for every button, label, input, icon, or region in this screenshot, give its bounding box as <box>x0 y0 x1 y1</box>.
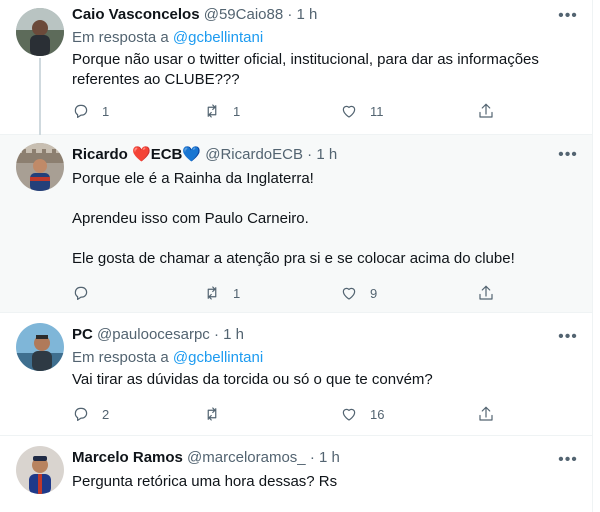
reply-icon <box>74 286 88 300</box>
tweet-header: Caio Vasconcelos @59Caio88 · 1 h <box>72 5 576 25</box>
share-button[interactable] <box>477 404 495 424</box>
reply-count: 1 <box>102 103 110 119</box>
timestamp[interactable]: 1 h <box>297 6 318 23</box>
tweet-header: Marcelo Ramos @marceloramos_ · 1 h <box>72 448 576 468</box>
like-button[interactable]: 11 <box>340 101 384 121</box>
retweet-count: 1 <box>233 103 241 119</box>
share-icon <box>479 406 493 421</box>
tweet-text: Porque não usar o twitter oficial, insti… <box>72 50 576 90</box>
reply-prefix: Em resposta a <box>72 29 169 46</box>
like-button[interactable]: 9 <box>340 283 377 303</box>
tweet-text: Porque ele é a Rainha da Inglaterra! Apr… <box>72 169 576 269</box>
retweet-count: 1 <box>233 285 241 301</box>
like-count: 11 <box>370 103 384 119</box>
reply-to-link[interactable]: @gcbellintani <box>173 29 263 46</box>
reply-count: 2 <box>102 406 110 422</box>
avatar[interactable] <box>16 143 64 191</box>
heart-icon <box>342 408 356 421</box>
like-button[interactable]: 16 <box>340 404 384 424</box>
display-name-part: ECB <box>150 146 183 163</box>
separator-dot: · <box>309 449 315 466</box>
blue-heart-icon: 💙 <box>182 146 202 163</box>
retweet-button[interactable]: 1 <box>203 101 240 121</box>
tweet-paragraph: Ele gosta de chamar a atenção pra si e s… <box>72 250 515 267</box>
timestamp[interactable]: 1 h <box>223 326 244 343</box>
timeline-border <box>592 0 593 512</box>
separator-dot: · <box>287 6 293 23</box>
tweet-paragraph: Pergunta retórica uma hora dessas? Rs <box>72 473 338 490</box>
retweet-icon <box>207 407 217 421</box>
heart-icon <box>342 105 356 118</box>
reply-button[interactable] <box>72 283 102 303</box>
tweet-ricardo[interactable]: ••• Ricardo ❤️ECB💙 @RicardoECB · 1 h Por… <box>0 135 592 313</box>
display-name[interactable]: Marcelo Ramos <box>72 449 183 466</box>
tweet-actions: 2 16 <box>72 404 512 424</box>
share-icon <box>479 103 493 118</box>
timestamp[interactable]: 1 h <box>319 449 340 466</box>
timestamp[interactable]: 1 h <box>316 146 337 163</box>
tweet-text: Pergunta retórica uma hora dessas? Rs <box>72 472 576 492</box>
reply-context: Em resposta a @gcbellintani <box>72 28 576 48</box>
user-handle[interactable]: @59Caio88 <box>204 6 283 23</box>
reply-icon <box>74 407 88 421</box>
tweet-text: Vai tirar as dúvidas da torcida ou só o … <box>72 370 576 390</box>
avatar[interactable] <box>16 8 64 56</box>
thread-line <box>39 58 41 136</box>
tweet-paragraph: Porque não usar o twitter oficial, insti… <box>72 51 539 88</box>
avatar[interactable] <box>16 323 64 371</box>
retweet-button[interactable]: 1 <box>203 283 240 303</box>
reply-button[interactable]: 2 <box>72 404 109 424</box>
display-name[interactable]: PC <box>72 326 93 343</box>
reply-button[interactable]: 1 <box>72 101 109 121</box>
tweet-paragraph: Vai tirar as dúvidas da torcida ou só o … <box>72 371 433 388</box>
share-button[interactable] <box>477 283 495 303</box>
like-count: 9 <box>370 285 378 301</box>
tweet-header: PC @pauloocesarpc · 1 h <box>72 325 576 345</box>
reply-to-link[interactable]: @gcbellintani <box>173 349 263 366</box>
share-button[interactable] <box>477 101 495 121</box>
share-icon <box>479 285 493 300</box>
tweet-paragraph: Porque ele é a Rainha da Inglaterra! <box>72 170 314 187</box>
separator-dot: · <box>307 146 313 163</box>
avatar[interactable] <box>16 446 64 494</box>
retweet-icon <box>207 104 217 118</box>
retweet-button[interactable] <box>203 404 233 424</box>
heart-icon <box>342 287 356 300</box>
display-name[interactable]: Caio Vasconcelos <box>72 6 200 23</box>
user-handle[interactable]: @RicardoECB <box>205 146 303 163</box>
tweet-marcelo[interactable]: ••• Marcelo Ramos @marceloramos_ · 1 h P… <box>0 436 592 512</box>
user-handle[interactable]: @marceloramos_ <box>187 449 306 466</box>
red-heart-icon: ❤️ <box>132 146 151 163</box>
tweet-header: Ricardo ❤️ECB💙 @RicardoECB · 1 h <box>72 145 576 165</box>
display-name[interactable]: Ricardo ❤️ECB💙 <box>72 146 201 163</box>
tweet-actions: 1 9 <box>72 283 512 303</box>
user-handle[interactable]: @pauloocesarpc <box>97 326 210 343</box>
tweet-actions: 1 1 11 <box>72 101 512 121</box>
reply-icon <box>74 104 88 118</box>
retweet-icon <box>207 286 217 300</box>
separator-dot: · <box>213 326 219 343</box>
tweet-paragraph: Aprendeu isso com Paulo Carneiro. <box>72 210 309 227</box>
like-count: 16 <box>370 406 385 422</box>
tweet-caio[interactable]: ••• Caio Vasconcelos @59Caio88 · 1 h Em … <box>0 0 592 136</box>
tweet-pc[interactable]: ••• PC @pauloocesarpc · 1 h Em resposta … <box>0 313 592 436</box>
reply-context: Em resposta a @gcbellintani <box>72 348 576 368</box>
reply-prefix: Em resposta a <box>72 349 169 366</box>
display-name-part: Ricardo <box>72 146 133 163</box>
